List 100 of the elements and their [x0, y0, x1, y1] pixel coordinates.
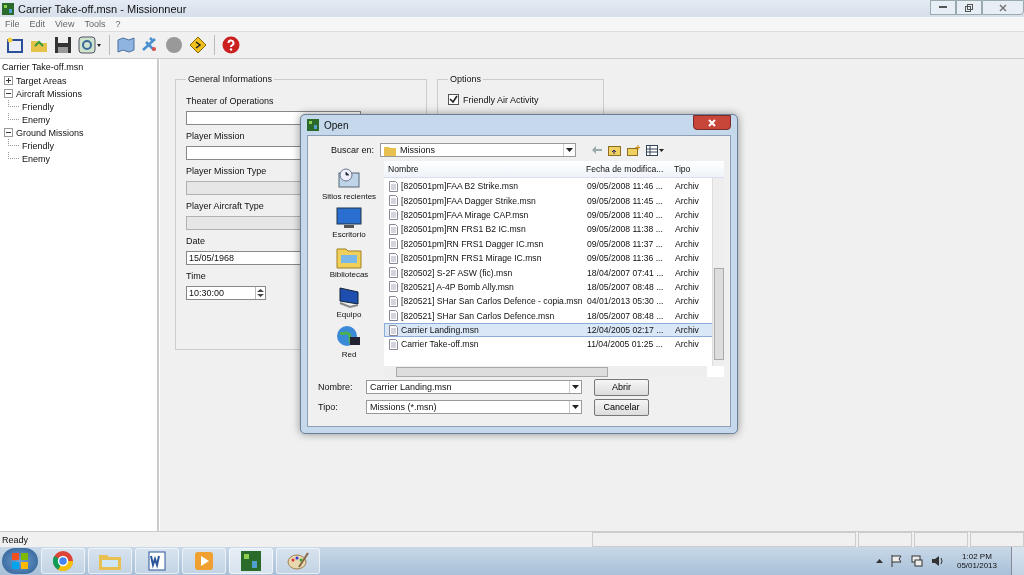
- file-row[interactable]: [820501pm]RN FRS1 Dagger IC.msn 09/05/2008 11:37 ... Archiv: [384, 236, 724, 251]
- file-row[interactable]: [820501pm]RN FRS1 Mirage IC.msn 09/05/2008 11:36 ... Archiv: [384, 250, 724, 266]
- horizontal-scrollbar[interactable]: [384, 366, 707, 377]
- file-type: Archiv: [674, 325, 700, 336]
- warning-button[interactable]: [187, 34, 209, 56]
- show-hidden-icons-icon[interactable]: [875, 559, 883, 563]
- taskbar-app[interactable]: [135, 548, 179, 574]
- place-label[interactable]: Equipo: [336, 310, 362, 319]
- expander-icon[interactable]: [4, 76, 13, 85]
- place-label[interactable]: Bibliotecas: [329, 270, 369, 279]
- tree-item[interactable]: Carrier Take-off.msn: [2, 61, 155, 74]
- vertical-scrollbar[interactable]: [712, 178, 724, 366]
- export-button[interactable]: [76, 34, 104, 56]
- network-icon[interactable]: [910, 555, 923, 567]
- tree-item[interactable]: Aircraft Missions: [16, 88, 82, 99]
- file-date: 09/05/2008 11:40 ...: [587, 209, 664, 220]
- windows-logo-icon: [12, 553, 28, 569]
- file-row[interactable]: [820502] S-2F ASW (fic).msn 18/04/2007 07:41 ... Archiv: [384, 265, 724, 280]
- field-label: Player Mission: [186, 131, 245, 141]
- group-title: General Informations: [187, 74, 274, 84]
- file-date: 18/04/2007 07:41 ...: [587, 267, 665, 278]
- place-label[interactable]: Escritorio: [332, 230, 366, 239]
- tree-item[interactable]: Ground Missions: [16, 127, 84, 138]
- clock-time: 1:02 PM: [962, 552, 992, 561]
- new-folder-icon[interactable]: [627, 144, 640, 156]
- document-icon: [389, 324, 398, 336]
- app-icon: [307, 119, 319, 131]
- file-row[interactable]: Carrier Take-off.msn 11/04/2005 01:25 ... Archiv: [384, 337, 724, 352]
- taskbar-app[interactable]: [276, 548, 320, 574]
- cancel-button[interactable]: Cancelar: [594, 398, 649, 416]
- browser-icon: [53, 551, 73, 571]
- tree-item[interactable]: Enemy: [22, 153, 50, 164]
- close-button[interactable]: [693, 115, 731, 130]
- file-type: Archiv: [674, 181, 700, 192]
- view-menu-icon[interactable]: [646, 144, 664, 156]
- dialog-title: Open: [324, 119, 349, 131]
- place-label[interactable]: Red: [341, 350, 357, 359]
- file-date: 09/05/2008 11:45 ...: [587, 195, 664, 206]
- menu-item[interactable]: Edit: [24, 19, 51, 29]
- circle-icon: [165, 36, 183, 54]
- menu-item[interactable]: ?: [110, 19, 126, 29]
- document-icon: [389, 180, 398, 192]
- file-type: Archiv: [674, 296, 700, 307]
- place-label[interactable]: Sitios recientes: [321, 192, 377, 201]
- document-icon: [389, 295, 398, 307]
- file-name-field[interactable]: Carrier Landing.msn: [366, 380, 582, 394]
- tree-item[interactable]: Friendly: [22, 140, 54, 151]
- file-row[interactable]: [820501pm]FAA Mirage CAP.msn 09/05/2008 11:40 ... Archiv: [384, 207, 724, 223]
- tree-item[interactable]: Friendly: [22, 101, 54, 112]
- column-header[interactable]: Nombre: [384, 164, 582, 174]
- file-name: Carrier Landing.msn: [401, 325, 479, 336]
- document-w-icon: [147, 551, 167, 571]
- help-icon: [222, 36, 240, 54]
- file-type-dropdown[interactable]: Missions (*.msn): [366, 400, 582, 414]
- help-button[interactable]: [220, 34, 242, 56]
- up-folder-icon[interactable]: [608, 144, 621, 156]
- expander-icon[interactable]: [4, 89, 13, 98]
- minimize-button[interactable]: [930, 0, 956, 15]
- menu-item[interactable]: Tools: [79, 19, 111, 29]
- taskbar-app[interactable]: [229, 548, 273, 574]
- document-icon: [389, 267, 398, 279]
- app-icon: [2, 2, 14, 15]
- file-type: Archiv: [674, 195, 700, 206]
- file-row[interactable]: [820521] SHar San Carlos Defence.msn 18/05/2007 08:48 ... Archiv: [384, 308, 724, 323]
- restore-button[interactable]: [956, 0, 982, 15]
- checkbox[interactable]: [448, 94, 459, 105]
- start-button[interactable]: [2, 548, 38, 574]
- save-button[interactable]: [52, 34, 74, 56]
- speaker-icon[interactable]: [930, 555, 943, 567]
- field-label: Player Mission Type: [186, 166, 267, 176]
- file-row[interactable]: [820501pm]FAA Dagger Strike.msn 09/05/2008 11:45 ... Archiv: [384, 193, 724, 208]
- field-label: Theater of Operations: [186, 96, 274, 106]
- time-spinner[interactable]: 10:30:00: [186, 286, 266, 300]
- taskbar-app[interactable]: [41, 548, 85, 574]
- open-button[interactable]: Abrir: [594, 378, 649, 396]
- flag-icon[interactable]: [890, 555, 903, 567]
- tree-item[interactable]: Enemy: [22, 114, 50, 125]
- document-icon: [389, 238, 398, 250]
- map-button[interactable]: [115, 34, 137, 56]
- show-desktop-button[interactable]: [1011, 547, 1024, 575]
- file-row[interactable]: [820521] A-4P Bomb Ally.msn 18/05/2007 08:48 ... Archiv: [384, 279, 724, 295]
- column-header[interactable]: Tipo: [672, 164, 700, 174]
- expander-icon[interactable]: [4, 128, 13, 137]
- field-label: Player Aircraft Type: [186, 201, 264, 211]
- minimize-icon: [939, 6, 947, 9]
- file-row[interactable]: [820501pm]RN FRS1 B2 IC.msn 09/05/2008 11:38 ... Archiv: [384, 222, 724, 237]
- file-row[interactable]: [820501pm]FAA B2 Strike.msn 09/05/2008 11:46 ... Archiv: [384, 179, 724, 194]
- clock[interactable]: 1:02 PM 05/01/2013: [950, 552, 1003, 570]
- look-in-dropdown[interactable]: Missions: [380, 143, 576, 157]
- menu-item[interactable]: File: [0, 19, 25, 29]
- file-name: [820502] S-2F ASW (fic).msn: [401, 267, 513, 278]
- document-icon: [389, 195, 398, 207]
- tree-item[interactable]: Target Areas: [16, 75, 67, 86]
- file-row[interactable]: [820521] SHar San Carlos Defence - copia.msn 04/01/2013 05:30 ... Archiv: [384, 294, 724, 309]
- menu-item[interactable]: View: [50, 19, 80, 29]
- column-header[interactable]: Fecha de modifica...: [582, 164, 672, 174]
- file-name: Carrier Take-off.msn: [401, 339, 479, 350]
- caret-icon: [566, 148, 573, 152]
- desktop-icon: [336, 207, 362, 229]
- spin-arrows-icon: [256, 287, 265, 299]
